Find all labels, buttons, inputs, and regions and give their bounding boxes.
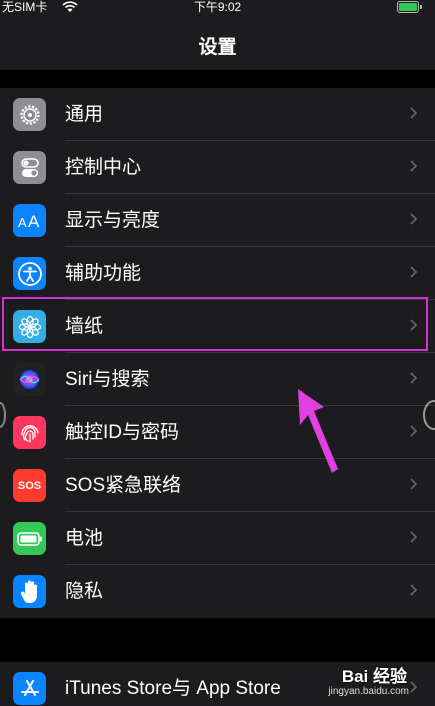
settings-item-label: 隐私 (65, 581, 104, 602)
sos-icon: SOS (13, 469, 46, 502)
settings-item-wallpaper[interactable]: 墙纸 (0, 300, 435, 353)
settings-item-control-center[interactable]: 控制中心 (0, 141, 435, 194)
settings-item-label: Siri与搜索 (65, 369, 150, 390)
settings-item-touch-id-passcode[interactable]: 触控ID与密码 (0, 406, 435, 459)
settings-item-general[interactable]: 通用 (0, 88, 435, 141)
settings-item-accessibility[interactable]: 辅助功能 (0, 247, 435, 300)
settings-item-label: 显示与亮度 (65, 210, 161, 231)
watermark: Bai 经验 jingyan.baidu.com (309, 656, 429, 704)
chevron-right-icon (410, 425, 417, 437)
chevron-right-icon (410, 372, 417, 384)
flower-icon (13, 310, 46, 343)
toggle-switches-icon (13, 151, 46, 184)
fingerprint-icon (13, 416, 46, 449)
settings-item-label: 触控ID与密码 (65, 422, 180, 443)
watermark-site: jingyan.baidu.com (328, 686, 409, 697)
status-time: 下午9:02 (193, 0, 242, 14)
svg-text:A: A (28, 212, 40, 231)
settings-item-display-brightness[interactable]: A A 显示与亮度 (0, 194, 435, 247)
svg-text:A: A (18, 215, 27, 230)
accessibility-icon (13, 257, 46, 290)
siri-icon (13, 363, 46, 396)
chevron-right-icon (410, 319, 417, 331)
chevron-right-icon (410, 584, 417, 596)
settings-item-label: iTunes Store与 App Store (65, 678, 281, 699)
text-size-icon: A A (13, 204, 46, 237)
sos-icon-text: SOS (17, 479, 42, 492)
chevron-right-icon (410, 531, 417, 543)
settings-item-label: 控制中心 (65, 157, 142, 178)
chevron-right-icon (410, 266, 417, 278)
watermark-brand: Bai 经验 (341, 667, 407, 686)
settings-item-privacy[interactable]: 隐私 (0, 565, 435, 618)
settings-item-battery[interactable]: 电池 (0, 512, 435, 565)
app-store-icon (13, 672, 46, 705)
battery-icon (13, 522, 46, 555)
settings-list: 通用 控制中心 A A 显示与亮度 辅助功能 墙纸 Siri与搜索 触控ID与密… (0, 88, 435, 618)
gear-icon (13, 98, 46, 131)
status-bar: 无SIM卡 下午9:02 (0, 0, 435, 14)
pointer-arrow-icon (298, 389, 338, 473)
chevron-right-icon (410, 213, 417, 225)
settings-item-label: SOS紧急联络 (65, 475, 182, 496)
chevron-right-icon (410, 107, 417, 119)
chevron-right-icon (410, 478, 417, 490)
navigation-bar: 设置 (0, 14, 435, 70)
hand-icon (13, 575, 46, 608)
settings-item-label: 电池 (65, 528, 104, 549)
settings-item-label: 辅助功能 (65, 263, 142, 284)
settings-item-siri-search[interactable]: Siri与搜索 (0, 353, 435, 406)
settings-item-label: 墙纸 (65, 316, 104, 337)
settings-item-emergency-sos[interactable]: SOS SOS紧急联络 (0, 459, 435, 512)
battery-status-icon (397, 1, 422, 13)
settings-item-label: 通用 (65, 104, 104, 125)
page-title: 设置 (198, 37, 237, 58)
chevron-right-icon (410, 160, 417, 172)
